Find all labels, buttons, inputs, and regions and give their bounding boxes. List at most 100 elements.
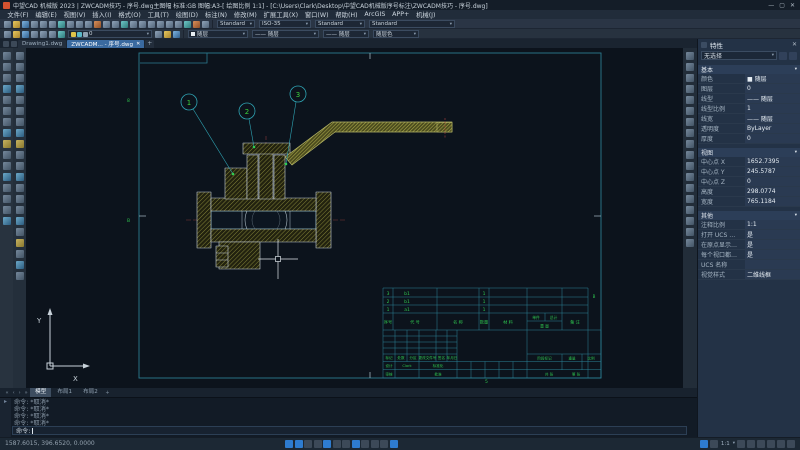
menu-item[interactable]: 绘图(D) <box>172 10 201 19</box>
format-painter-icon[interactable] <box>85 20 92 28</box>
valve-drawing[interactable] <box>186 118 453 270</box>
explode-icon[interactable] <box>15 216 24 225</box>
annotation-scale-icon[interactable] <box>709 439 718 448</box>
edit-polyline-icon[interactable] <box>15 238 24 247</box>
annotation-monitor-icon[interactable] <box>757 439 765 448</box>
drawing-canvas[interactable]: 8 B 5 1 2 3 3 b1 1 2 b1 1 1 a1 1 序号 代 号 … <box>26 48 683 388</box>
close-panel-icon[interactable]: ✕ <box>792 41 797 48</box>
property-row[interactable]: 中心点 Y 245.5787 <box>698 167 800 177</box>
layer-previous-icon[interactable] <box>58 30 65 38</box>
symbol-library-icon[interactable] <box>686 205 694 214</box>
offset-icon[interactable] <box>15 84 24 93</box>
property-row[interactable]: 在原点显示… 是 <box>698 240 800 250</box>
zoom-extents-icon[interactable] <box>139 20 146 28</box>
fillet-icon[interactable] <box>15 205 24 214</box>
otrack-toggle[interactable] <box>332 439 341 448</box>
menu-item[interactable]: 编辑(E) <box>32 10 60 19</box>
workspace-icon[interactable] <box>184 20 191 28</box>
property-row[interactable]: 颜色 ■ 随层 <box>698 74 800 84</box>
circle-icon[interactable] <box>2 117 11 126</box>
model-paper-toggle[interactable] <box>389 439 398 448</box>
section-header[interactable]: 基本 ▾ <box>698 65 800 74</box>
layer-on-off-icon[interactable] <box>22 30 29 38</box>
balloon-1[interactable]: 1 <box>180 93 235 176</box>
text-annotation-icon[interactable] <box>686 194 694 203</box>
title-block-table[interactable] <box>382 287 602 379</box>
zoom-window-icon[interactable] <box>130 20 137 28</box>
undo-modify-icon[interactable] <box>15 271 24 280</box>
menu-item[interactable]: 文件(F) <box>4 10 32 19</box>
trim-icon[interactable] <box>15 150 24 159</box>
point-icon[interactable] <box>2 172 11 181</box>
property-row[interactable]: 线型比例 1 <box>698 104 800 114</box>
next-layout-icon[interactable]: › <box>17 390 22 396</box>
tab-layout2[interactable]: 布局2 <box>78 388 103 397</box>
undo-icon[interactable] <box>94 20 101 28</box>
property-row[interactable]: 视觉样式 二维线框 <box>698 270 800 280</box>
paste-icon[interactable] <box>76 20 83 28</box>
property-row[interactable]: 图层 0 <box>698 84 800 94</box>
surface-finish-icon[interactable] <box>686 150 694 159</box>
stretch-icon[interactable] <box>15 139 24 148</box>
move-icon[interactable] <box>15 106 24 115</box>
scale-icon[interactable] <box>15 128 24 137</box>
maximize-button[interactable]: ▢ <box>779 2 785 9</box>
close-tab-icon[interactable]: ✕ <box>136 41 140 47</box>
linetype-icon[interactable] <box>175 20 182 28</box>
ducs-toggle[interactable] <box>342 439 350 448</box>
construction-line-icon[interactable] <box>2 62 11 71</box>
centerline-icon[interactable] <box>686 172 694 181</box>
tab-layout1[interactable]: 布局1 <box>52 388 77 397</box>
property-row[interactable]: UCS 名称 <box>698 260 800 270</box>
dim-style-dropdown[interactable]: ISO-35 ▾ <box>259 20 311 28</box>
add-tab-button[interactable]: + <box>145 40 155 48</box>
title-block-icon[interactable] <box>686 216 694 225</box>
balloon-icon[interactable] <box>686 51 694 60</box>
extend-icon[interactable] <box>15 161 24 170</box>
command-window[interactable]: ▸ 命令: *取消* 命令: *取消* 命令: *取消* 命令: *取消* 命令: <box>0 397 697 437</box>
last-layout-icon[interactable]: » <box>23 390 29 396</box>
join-icon[interactable] <box>15 183 24 192</box>
add-layout-button[interactable]: + <box>104 390 111 396</box>
revision-cloud-icon[interactable] <box>2 128 11 137</box>
zoom-detail-icon[interactable] <box>686 227 694 236</box>
erase-icon[interactable] <box>15 51 24 60</box>
grid-toggle[interactable] <box>294 439 303 448</box>
property-row[interactable]: 宽度 765.1184 <box>698 197 800 207</box>
snap-toggle[interactable] <box>285 439 293 448</box>
region-icon[interactable] <box>2 205 11 214</box>
clean-screen-icon[interactable] <box>777 439 785 448</box>
plot-preview-icon[interactable] <box>40 20 47 28</box>
menu-item[interactable]: 视图(V) <box>60 10 89 19</box>
tab-model[interactable]: 模型 <box>30 388 52 397</box>
polar-toggle[interactable] <box>313 439 322 448</box>
line-icon[interactable] <box>2 51 11 60</box>
cycle-select-toggle[interactable] <box>380 439 388 448</box>
hatch-icon[interactable] <box>2 183 11 192</box>
section-header[interactable]: 其他 ▾ <box>698 211 800 220</box>
valve-handle[interactable] <box>284 121 453 166</box>
minimize-button[interactable]: — <box>768 2 774 9</box>
layer-walk-icon[interactable] <box>155 30 162 38</box>
annotation-visibility-icon[interactable] <box>737 439 745 448</box>
layer-freeze-icon[interactable] <box>31 30 38 38</box>
style-dropdown[interactable]: Standard ▾ <box>217 20 255 28</box>
pan-icon[interactable] <box>112 20 119 28</box>
tolerance-icon[interactable] <box>686 139 694 148</box>
parts-list-icon[interactable] <box>686 62 694 71</box>
dim-angular-icon[interactable] <box>686 117 694 126</box>
datum-icon[interactable] <box>686 128 694 137</box>
rotate-icon[interactable] <box>15 117 24 126</box>
new-file-icon[interactable] <box>4 20 11 28</box>
arc-icon[interactable] <box>2 106 11 115</box>
leader-icon[interactable] <box>686 183 694 192</box>
copy-icon[interactable] <box>15 62 24 71</box>
balloon-2[interactable]: 2 <box>238 102 256 149</box>
layer-match-icon[interactable] <box>173 30 180 38</box>
property-row[interactable]: 透明度 ByLayer <box>698 124 800 134</box>
polyline-icon[interactable] <box>2 73 11 82</box>
menu-item[interactable]: APP+ <box>389 11 413 18</box>
mirror-icon[interactable] <box>15 73 24 82</box>
cut-icon[interactable] <box>58 20 65 28</box>
menu-item[interactable]: ArcGIS <box>361 11 389 18</box>
